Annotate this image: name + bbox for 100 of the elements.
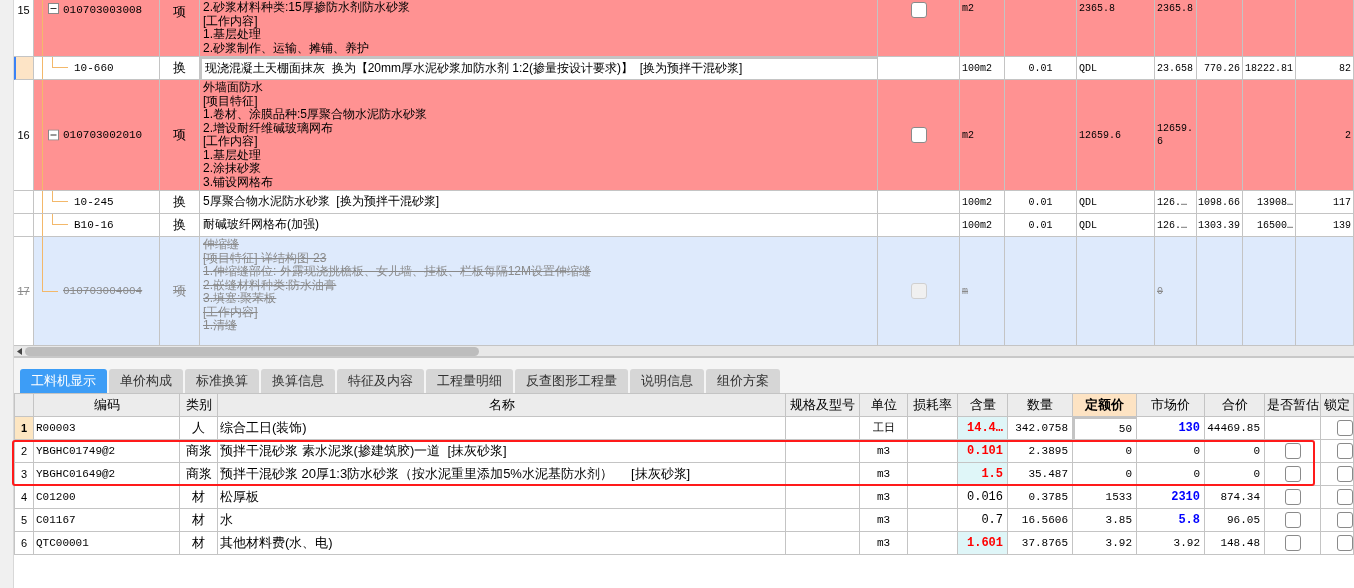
table-cell: 874.34 [1205,486,1265,509]
row-header[interactable]: 4 [14,486,34,509]
content-cell: 1.601 [958,532,1008,555]
tab[interactable]: 说明信息 [630,369,704,393]
column-header[interactable]: 名称 [218,394,786,417]
table-cell: 37.8765 [1008,532,1073,555]
column-header[interactable]: 定额价 [1073,394,1137,417]
checkbox[interactable] [1284,512,1301,528]
checkbox[interactable] [1337,535,1353,551]
checkbox[interactable] [1284,489,1301,505]
description-line: [工作内容] [203,14,258,28]
checkbox[interactable] [910,2,927,18]
tab[interactable]: 单价构成 [109,369,183,393]
description-line: 伸缩缝 [203,238,240,252]
collapse-icon[interactable] [48,3,59,14]
table-row[interactable]: B10-16 换 耐碱玻纤网格布(加强) 100m2 0.01 QDL 126.… 1303.39 16500… 139 [14,214,1354,237]
checkbox[interactable] [1284,443,1301,459]
item-code: B10-16 [74,217,114,233]
description-line: [工作内容] [203,135,258,148]
checkbox[interactable] [1284,466,1301,482]
column-header[interactable]: 规格及型号 [786,394,860,417]
table-cell: 2.3895 [1008,440,1073,463]
column-header[interactable]: 类别 [180,394,218,417]
table-cell: 35.487 [1008,463,1073,486]
tab[interactable]: 换算信息 [261,369,335,393]
tab[interactable]: 反查图形工程量 [515,369,628,393]
tab[interactable]: 特征及内容 [337,369,424,393]
item-code: 10-660 [74,60,114,76]
column-header[interactable]: 含量 [958,394,1008,417]
tab[interactable]: 工程量明细 [426,369,513,393]
table-cell: 2310 [1137,486,1205,509]
scrollbar-thumb[interactable] [25,346,479,356]
column-header[interactable]: 编码 [34,394,180,417]
table-cell: 材 [180,486,218,509]
scroll-left-arrow-icon[interactable] [17,347,22,355]
table-cell: 3.85 [1073,509,1137,532]
horizontal-scrollbar[interactable] [14,346,1354,358]
item-code: 10-245 [74,194,114,210]
column-header[interactable]: 损耗率 [908,394,958,417]
checkbox[interactable] [1284,535,1301,551]
column-header[interactable]: 锁定 [1321,394,1354,417]
row-header[interactable]: 1 [14,417,34,440]
row-header[interactable]: 16 [14,80,34,191]
table-cell: m3 [860,532,908,555]
checkbox[interactable] [1337,466,1353,482]
table-cell: 材 [180,532,218,555]
content-cell: 0.016 [958,486,1008,509]
table-cell: 综合工日(装饰) [218,417,786,440]
row-header[interactable] [14,191,34,214]
content-cell: 0.101 [958,440,1008,463]
description-line: 1.基层处理 [203,28,262,42]
table-cell: 50 [1073,417,1137,440]
description-line: [工作内容] [203,305,259,319]
row-header[interactable]: 5 [14,509,34,532]
column-header[interactable]: 是否暂估 [1265,394,1321,417]
table-row[interactable]: 10-245 换 5厚聚合物水泥防水砂浆 [换为预拌干混砂浆] 100m2 0.01 QDL 126.… 1098.66 13908… 117 [14,191,1354,214]
table-row[interactable]: 17 010703004004 项 伸缩缝 [项目特征] 详结构图-23 1.伸缩缝部位: 外露现浇挑檐板、女儿墙、挂板、栏板每隔12M设置伸缩缝 2.嵌缝材料种类:防水油膏 3.填塞:聚苯板 [工作内容] 1.清缝 m 0 [14,237,1354,346]
row-header[interactable] [14,57,34,80]
description-line: 1.卷材、涂膜品种:5厚聚合物水泥防水砂浆 [203,108,428,122]
table-row[interactable]: 15 010703003008 项 2.砂浆材料种类:15厚掺防水剂防水砂浆 [工作内容] 1.基层处理 2.砂浆制作、运输、摊铺、养护 m2 2365.8 2365.8 [14,0,1354,57]
table-cell: 130 [1137,417,1205,440]
row-header[interactable] [14,214,34,237]
column-header[interactable]: 市场价 [1137,394,1205,417]
item-type: 项 [173,126,186,145]
column-header[interactable]: 数量 [1008,394,1073,417]
table-cell: R00003 [34,417,180,440]
table-cell: 松厚板 [218,486,786,509]
description-line: 1.清缝 [203,319,238,333]
checkbox[interactable] [1337,512,1353,528]
item-code: 010703003008 [63,3,143,18]
checkbox[interactable] [1337,420,1353,436]
table-cell: 工日 [860,417,908,440]
table-cell [908,509,958,532]
table-cell: 342.0758 [1008,417,1073,440]
row-header[interactable]: 15 [14,0,34,57]
table-cell [908,486,958,509]
row-header[interactable]: 17 [14,237,34,346]
tab[interactable]: 组价方案 [706,369,780,393]
table-cell: C01200 [34,486,180,509]
tree-line [52,214,68,225]
row-header[interactable]: 3 [14,463,34,486]
column-header[interactable]: 单位 [860,394,908,417]
checkbox[interactable] [910,127,927,143]
checkbox[interactable] [1337,489,1353,505]
checkbox[interactable] [1337,443,1353,459]
table-row[interactable]: 10-660 换 现浇混凝土天棚面抹灰 换为【20mm厚水泥砂浆加防水剂 1:2(掺量按设计要求)】 [换为预拌干混砂浆] 100m2 0.01 QDL 23.658 770.26 18222.81 82 [14,57,1354,80]
table-cell: 0 [1073,463,1137,486]
table-cell: 商浆 [180,440,218,463]
item-type: 换 [173,59,186,78]
column-header[interactable]: 合价 [1205,394,1265,417]
table-cell: m3 [860,463,908,486]
table-cell: 0 [1073,440,1137,463]
tab[interactable]: 标准换算 [185,369,259,393]
table-cell: 预拌干混砂浆 素水泥浆(掺建筑胶)一道 [抹灰砂浆] [218,440,786,463]
description-line: 5厚聚合物水泥防水砂浆 [换为预拌干混砂浆] [203,195,440,209]
row-header[interactable]: 6 [14,532,34,555]
table-row[interactable]: 16 010703002010 项 外墙面防水 [项目特征] 1.卷材、涂膜品种:5厚聚合物水泥防水砂浆 2.增设耐纤维碱玻璃网布 [工作内容] 1.基层处理 2.涂抹砂浆 3.铺设网格布 m2 12659.6 12659.6 2 [14,80,1354,191]
row-header[interactable]: 2 [14,440,34,463]
table-cell: 3.92 [1137,532,1205,555]
item-type: 换 [173,193,186,212]
